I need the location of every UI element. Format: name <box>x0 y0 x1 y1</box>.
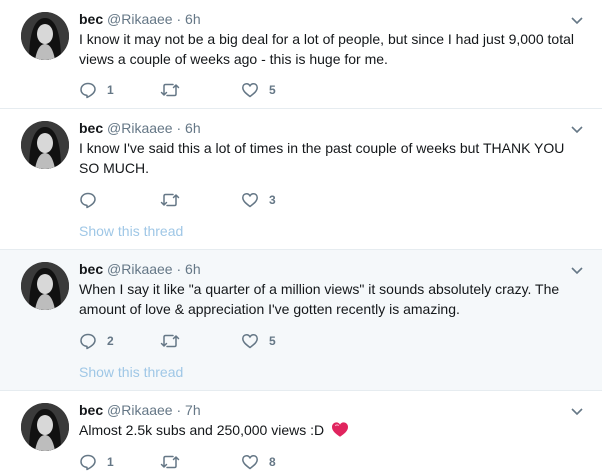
author-handle[interactable]: @Rikaaee <box>107 120 173 136</box>
timestamp[interactable]: 6h <box>185 120 201 136</box>
chevron-down-icon[interactable] <box>570 404 584 418</box>
chevron-down-icon[interactable] <box>570 13 584 27</box>
retweet-button[interactable] <box>160 80 190 100</box>
tweet-header: bec @Rikaaee · 6h <box>79 260 201 278</box>
chevron-down-icon[interactable] <box>570 122 584 136</box>
tweet[interactable]: bec @Rikaaee · 6h I know it may not be a… <box>0 0 602 109</box>
reply-count: 2 <box>107 334 114 348</box>
tweet-text-content: Almost 2.5k subs and 250,000 views :D <box>79 422 325 438</box>
tweet[interactable]: bec @Rikaaee · 6h I know I've said this … <box>0 109 602 250</box>
retweet-icon <box>160 193 180 207</box>
reply-icon <box>80 454 96 471</box>
tweet[interactable]: bec @Rikaaee · 6h When I say it like "a … <box>0 250 602 391</box>
tweet[interactable]: bec @Rikaaee · 7h Almost 2.5k subs and 2… <box>0 391 602 474</box>
author-name[interactable]: bec <box>79 402 103 418</box>
timestamp[interactable]: 6h <box>185 261 201 277</box>
separator-dot: · <box>176 261 182 277</box>
tweet-text: Almost 2.5k subs and 250,000 views :D <box>79 420 584 440</box>
reply-icon <box>80 192 96 209</box>
like-count: 8 <box>269 455 276 469</box>
reply-icon <box>80 333 96 350</box>
retweet-icon <box>160 83 180 97</box>
timestamp[interactable]: 6h <box>185 11 201 27</box>
chevron-down-icon[interactable] <box>570 263 584 277</box>
avatar[interactable] <box>21 121 69 169</box>
separator-dot: · <box>176 120 182 136</box>
tweet-text: I know I've said this a lot of times in … <box>79 140 565 176</box>
author-handle[interactable]: @Rikaaee <box>107 11 173 27</box>
author-handle[interactable]: @Rikaaee <box>107 261 173 277</box>
tweet-text: I know it may not be a big deal for a lo… <box>79 31 574 67</box>
like-button[interactable]: 8 <box>241 452 276 472</box>
show-thread-link[interactable]: Show this thread <box>79 222 183 240</box>
avatar[interactable] <box>21 12 69 60</box>
author-name[interactable]: bec <box>79 261 103 277</box>
avatar[interactable] <box>21 262 69 310</box>
heart-icon <box>242 82 258 98</box>
reply-button[interactable]: 1 <box>79 80 114 100</box>
like-button[interactable]: 3 <box>241 190 276 210</box>
tweet-header: bec @Rikaaee · 6h <box>79 10 201 28</box>
like-button[interactable]: 5 <box>241 80 276 100</box>
reply-button[interactable]: 1 <box>79 452 114 472</box>
timestamp[interactable]: 7h <box>185 402 201 418</box>
heart-icon <box>242 333 258 349</box>
avatar[interactable] <box>21 403 69 451</box>
retweet-button[interactable] <box>160 452 190 472</box>
tweet-text: When I say it like "a quarter of a milli… <box>79 281 560 317</box>
retweet-button[interactable] <box>160 190 190 210</box>
like-count: 5 <box>269 334 276 348</box>
tweet-header: bec @Rikaaee · 7h <box>79 401 201 419</box>
timeline-feed: bec @Rikaaee · 6h I know it may not be a… <box>0 0 602 474</box>
reply-icon <box>80 82 96 99</box>
show-thread-link[interactable]: Show this thread <box>79 363 183 381</box>
separator-dot: · <box>176 402 182 418</box>
like-button[interactable]: 5 <box>241 331 276 351</box>
tweet-header: bec @Rikaaee · 6h <box>79 119 201 137</box>
reply-count: 1 <box>107 455 114 469</box>
like-count: 5 <box>269 83 276 97</box>
like-count: 3 <box>269 193 276 207</box>
retweet-icon <box>160 455 180 469</box>
reply-button[interactable] <box>79 190 107 210</box>
author-name[interactable]: bec <box>79 120 103 136</box>
heart-icon <box>242 192 258 208</box>
retweet-icon <box>160 334 180 348</box>
heart-emoji <box>332 422 349 437</box>
retweet-button[interactable] <box>160 331 190 351</box>
author-handle[interactable]: @Rikaaee <box>107 402 173 418</box>
heart-icon <box>242 454 258 470</box>
reply-count: 1 <box>107 83 114 97</box>
author-name[interactable]: bec <box>79 11 103 27</box>
separator-dot: · <box>176 11 182 27</box>
reply-button[interactable]: 2 <box>79 331 114 351</box>
